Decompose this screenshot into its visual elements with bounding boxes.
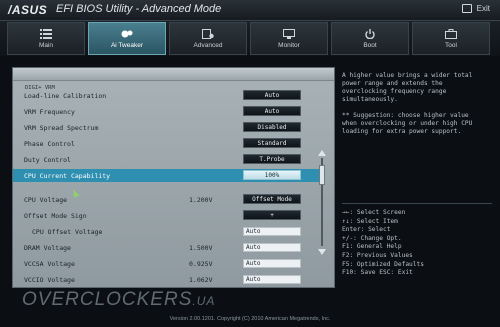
setting-name: Phase Control xyxy=(24,140,75,148)
scroll-down-icon[interactable] xyxy=(318,249,326,255)
setting-name: VRM Frequency xyxy=(24,108,75,116)
setting-dropdown[interactable]: + xyxy=(243,210,301,220)
version-text: Version 2.00.1201. Copyright (C) 2010 Am… xyxy=(169,316,331,322)
setting-row-vrm-frequency[interactable]: VRM Frequency Auto xyxy=(13,105,323,118)
exit-label: Exit xyxy=(476,4,490,13)
panel-header xyxy=(13,68,334,81)
exit-icon xyxy=(461,4,472,13)
watermark-text: OVERCLOCKERS xyxy=(22,289,193,310)
setting-row-vccio-voltage[interactable]: VCCIO Voltage 1.062V Auto xyxy=(13,273,323,286)
setting-dropdown[interactable]: T.Probe xyxy=(243,154,301,164)
help-description: A higher value brings a wider total powe… xyxy=(342,72,473,135)
tab-label: Main xyxy=(38,41,54,49)
setting-row-vccsa-voltage[interactable]: VCCSA Voltage 0.925V Auto xyxy=(13,257,323,270)
setting-name: CPU Voltage xyxy=(24,196,68,204)
settings-panel: DIGI+ VRM Load-line Calibration Auto VRM… xyxy=(12,67,335,288)
tab-label: Tool xyxy=(445,41,457,49)
setting-row-load-line[interactable]: Load-line Calibration Auto xyxy=(13,89,323,102)
tab-label: Monitor xyxy=(278,41,300,49)
asus-logo: /ASUS xyxy=(8,3,48,17)
scrollbar[interactable] xyxy=(318,150,326,255)
tab-boot[interactable]: Boot xyxy=(331,22,409,55)
key-legend: →←: Select Screen ↑↓: Select Item Enter:… xyxy=(342,209,424,277)
setting-name: Offset Mode Sign xyxy=(24,212,87,220)
watermark-suffix: .UA xyxy=(192,294,216,308)
tab-main[interactable]: Main xyxy=(7,22,85,55)
tab-label: Advanced xyxy=(193,41,223,49)
setting-name: Load-line Calibration xyxy=(24,92,107,100)
scroll-up-icon[interactable] xyxy=(318,150,326,156)
setting-input[interactable]: Auto xyxy=(243,259,301,268)
tab-ai-tweaker[interactable]: Ai Tweaker xyxy=(88,22,166,55)
list-icon xyxy=(40,28,52,39)
setting-input[interactable]: Auto xyxy=(243,227,301,236)
setting-row-cpu-offset[interactable]: CPU Offset Voltage Auto xyxy=(13,225,323,238)
setting-row-duty-control[interactable]: Duty Control T.Probe xyxy=(13,153,323,166)
monitor-icon xyxy=(283,28,295,39)
setting-name: CPU Offset Voltage xyxy=(32,228,103,236)
title-bar: /ASUS EFI BIOS Utility - Advanced Mode E… xyxy=(0,0,500,21)
help-divider xyxy=(342,203,492,204)
setting-dropdown[interactable]: 100% xyxy=(243,170,301,180)
tab-label: Boot xyxy=(363,41,377,49)
main-tabs: Main Ai Tweaker Advanced Monitor Boot To… xyxy=(0,21,500,56)
setting-dropdown[interactable]: Auto xyxy=(243,106,301,116)
window-title: EFI BIOS Utility - Advanced Mode xyxy=(56,3,222,15)
setting-dropdown[interactable]: Offset Mode xyxy=(243,194,301,204)
tab-label: Ai Tweaker xyxy=(110,41,144,49)
setting-name: VCCSA Voltage xyxy=(24,260,75,268)
setting-name: CPU Current Capability xyxy=(24,172,111,180)
advanced-icon xyxy=(202,28,214,39)
setting-input[interactable]: Auto xyxy=(243,243,301,252)
power-icon xyxy=(365,28,375,39)
setting-row-cpu-voltage[interactable]: CPU Voltage 1.200V Offset Mode xyxy=(13,193,323,206)
setting-dropdown[interactable]: Standard xyxy=(243,138,301,148)
setting-row-dram-voltage[interactable]: DRAM Voltage 1.500V Auto xyxy=(13,241,323,254)
setting-dropdown[interactable]: Auto xyxy=(243,90,301,100)
setting-row-phase-control[interactable]: Phase Control Standard xyxy=(13,137,323,150)
tab-tool[interactable]: Tool xyxy=(412,22,490,55)
setting-value: 1.062V xyxy=(189,276,213,284)
setting-row-cpu-current[interactable]: CPU Current Capability 100% xyxy=(13,169,323,182)
setting-value: 1.500V xyxy=(189,244,213,252)
exit-button[interactable]: Exit xyxy=(461,4,490,13)
setting-row-offset-sign[interactable]: Offset Mode Sign + xyxy=(13,209,323,222)
tab-advanced[interactable]: Advanced xyxy=(169,22,247,55)
setting-value: 1.200V xyxy=(189,196,213,204)
setting-name: VRM Spread Spectrum xyxy=(24,124,99,132)
setting-name: VCCIO Voltage xyxy=(24,276,75,284)
setting-name: Duty Control xyxy=(24,156,71,164)
setting-dropdown[interactable]: Disabled xyxy=(243,122,301,132)
setting-value: 0.925V xyxy=(189,260,213,268)
tweak-icon xyxy=(121,30,133,37)
setting-input[interactable]: Auto xyxy=(243,275,301,284)
setting-row-vrm-spread[interactable]: VRM Spread Spectrum Disabled xyxy=(13,121,323,134)
tool-icon xyxy=(445,28,457,39)
watermark: OVERCLOCKERS.UA xyxy=(22,289,215,311)
tab-monitor[interactable]: Monitor xyxy=(250,22,328,55)
scroll-thumb[interactable] xyxy=(319,165,325,185)
setting-name: DRAM Voltage xyxy=(24,244,71,252)
